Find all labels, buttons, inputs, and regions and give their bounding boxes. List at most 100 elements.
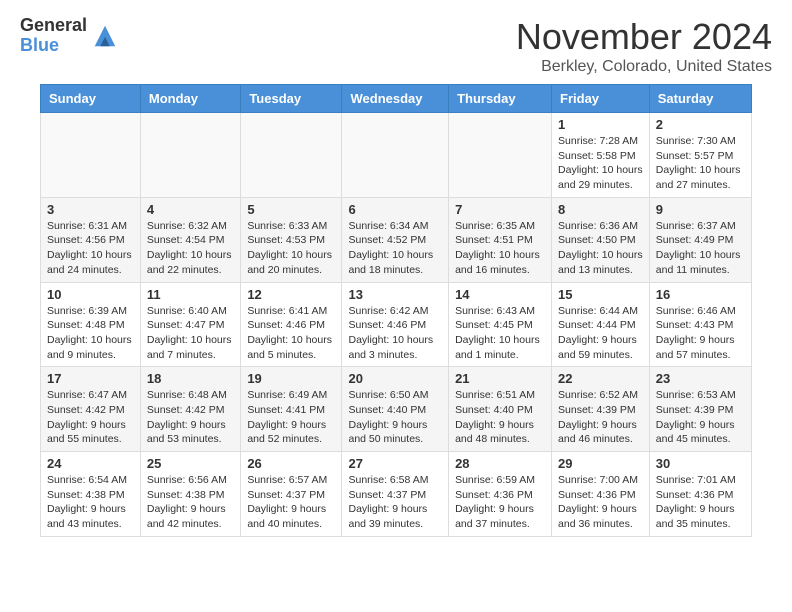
calendar-cell <box>342 113 449 198</box>
calendar-cell <box>140 113 240 198</box>
calendar-cell: 12Sunrise: 6:41 AM Sunset: 4:46 PM Dayli… <box>241 282 342 367</box>
calendar-row-0: 1Sunrise: 7:28 AM Sunset: 5:58 PM Daylig… <box>41 113 752 198</box>
day-number: 28 <box>455 456 545 471</box>
day-info: Sunrise: 6:35 AM Sunset: 4:51 PM Dayligh… <box>455 219 545 278</box>
day-number: 18 <box>147 371 234 386</box>
day-info: Sunrise: 7:30 AM Sunset: 5:57 PM Dayligh… <box>656 134 745 193</box>
day-number: 24 <box>47 456 134 471</box>
day-info: Sunrise: 6:47 AM Sunset: 4:42 PM Dayligh… <box>47 388 134 447</box>
calendar-cell: 29 Sunrise: 7:00 AM Sunset: 4:36 PM Dayli… <box>552 452 650 537</box>
calendar-cell: 9Sunrise: 6:37 AM Sunset: 4:49 PM Daylig… <box>649 197 751 282</box>
column-header-wednesday: Wednesday <box>342 85 449 113</box>
day-number: 21 <box>455 371 545 386</box>
calendar-cell: 22 Sunrise: 6:52 AM Sunset: 4:39 PM Dayli… <box>552 367 650 452</box>
day-number: 5 <box>247 202 335 217</box>
calendar-cell: 10 Sunrise: 6:39 AM Sunset: 4:48 PM Dayli… <box>41 282 141 367</box>
day-number: 30 <box>656 456 745 471</box>
day-number: 20 <box>348 371 442 386</box>
header: General Blue November 2024 Berkley, Colo… <box>0 0 792 84</box>
calendar-cell: 1Sunrise: 7:28 AM Sunset: 5:58 PM Daylig… <box>552 113 650 198</box>
day-info: Sunrise: 6:43 AM Sunset: 4:45 PM Dayligh… <box>455 304 545 363</box>
month-title: November 2024 <box>516 16 772 58</box>
day-info: Sunrise: 6:32 AM Sunset: 4:54 PM Dayligh… <box>147 219 234 278</box>
day-number: 7 <box>455 202 545 217</box>
calendar-cell: 17 Sunrise: 6:47 AM Sunset: 4:42 PM Dayli… <box>41 367 141 452</box>
day-number: 13 <box>348 287 442 302</box>
calendar-cell: 23 Sunrise: 6:53 AM Sunset: 4:39 PM Dayli… <box>649 367 751 452</box>
calendar-cell: 30 Sunrise: 7:01 AM Sunset: 4:36 PM Dayli… <box>649 452 751 537</box>
day-info: Sunrise: 7:00 AM Sunset: 4:36 PM Dayligh… <box>558 473 643 532</box>
calendar-cell: 14 Sunrise: 6:43 AM Sunset: 4:45 PM Dayli… <box>449 282 552 367</box>
location: Berkley, Colorado, United States <box>516 58 772 76</box>
calendar-cell: 5Sunrise: 6:33 AM Sunset: 4:53 PM Daylig… <box>241 197 342 282</box>
day-number: 29 <box>558 456 643 471</box>
calendar-row-3: 17 Sunrise: 6:47 AM Sunset: 4:42 PM Dayli… <box>41 367 752 452</box>
day-number: 8 <box>558 202 643 217</box>
day-number: 17 <box>47 371 134 386</box>
day-number: 26 <box>247 456 335 471</box>
calendar-cell: 6Sunrise: 6:34 AM Sunset: 4:52 PM Daylig… <box>342 197 449 282</box>
calendar-row-1: 3 Sunrise: 6:31 AM Sunset: 4:56 PM Daylig… <box>41 197 752 282</box>
day-number: 11 <box>147 287 234 302</box>
calendar-cell: 2 Sunrise: 7:30 AM Sunset: 5:57 PM Daylig… <box>649 113 751 198</box>
calendar-cell: 27Sunrise: 6:58 AM Sunset: 4:37 PM Dayli… <box>342 452 449 537</box>
day-info: Sunrise: 6:40 AM Sunset: 4:47 PM Dayligh… <box>147 304 234 363</box>
calendar-cell: 21 Sunrise: 6:51 AM Sunset: 4:40 PM Dayli… <box>449 367 552 452</box>
day-number: 2 <box>656 117 745 132</box>
logo-general-text: General <box>20 16 87 36</box>
calendar-cell: 25Sunrise: 6:56 AM Sunset: 4:38 PM Dayli… <box>140 452 240 537</box>
day-number: 27 <box>348 456 442 471</box>
day-info: Sunrise: 6:42 AM Sunset: 4:46 PM Dayligh… <box>348 304 442 363</box>
day-number: 25 <box>147 456 234 471</box>
day-info: Sunrise: 6:50 AM Sunset: 4:40 PM Dayligh… <box>348 388 442 447</box>
day-number: 15 <box>558 287 643 302</box>
calendar-cell: 13 Sunrise: 6:42 AM Sunset: 4:46 PM Dayli… <box>342 282 449 367</box>
calendar-cell: 26 Sunrise: 6:57 AM Sunset: 4:37 PM Dayli… <box>241 452 342 537</box>
calendar-cell: 11 Sunrise: 6:40 AM Sunset: 4:47 PM Dayli… <box>140 282 240 367</box>
logo: General Blue <box>20 16 119 56</box>
day-info: Sunrise: 6:53 AM Sunset: 4:39 PM Dayligh… <box>656 388 745 447</box>
day-info: Sunrise: 6:36 AM Sunset: 4:50 PM Dayligh… <box>558 219 643 278</box>
calendar-cell: 4Sunrise: 6:32 AM Sunset: 4:54 PM Daylig… <box>140 197 240 282</box>
day-number: 23 <box>656 371 745 386</box>
day-info: Sunrise: 6:57 AM Sunset: 4:37 PM Dayligh… <box>247 473 335 532</box>
calendar-cell <box>241 113 342 198</box>
day-info: Sunrise: 6:51 AM Sunset: 4:40 PM Dayligh… <box>455 388 545 447</box>
day-number: 9 <box>656 202 745 217</box>
day-number: 3 <box>47 202 134 217</box>
day-info: Sunrise: 7:01 AM Sunset: 4:36 PM Dayligh… <box>656 473 745 532</box>
day-info: Sunrise: 6:31 AM Sunset: 4:56 PM Dayligh… <box>47 219 134 278</box>
calendar-row-4: 24 Sunrise: 6:54 AM Sunset: 4:38 PM Dayli… <box>41 452 752 537</box>
logo-blue-text: Blue <box>20 36 87 56</box>
day-number: 10 <box>47 287 134 302</box>
title-block: November 2024 Berkley, Colorado, United … <box>516 16 772 76</box>
column-header-thursday: Thursday <box>449 85 552 113</box>
day-info: Sunrise: 6:48 AM Sunset: 4:42 PM Dayligh… <box>147 388 234 447</box>
day-number: 12 <box>247 287 335 302</box>
day-info: Sunrise: 6:46 AM Sunset: 4:43 PM Dayligh… <box>656 304 745 363</box>
calendar-cell: 7 Sunrise: 6:35 AM Sunset: 4:51 PM Daylig… <box>449 197 552 282</box>
column-header-monday: Monday <box>140 85 240 113</box>
calendar-cell <box>41 113 141 198</box>
day-info: Sunrise: 6:59 AM Sunset: 4:36 PM Dayligh… <box>455 473 545 532</box>
column-header-saturday: Saturday <box>649 85 751 113</box>
column-header-tuesday: Tuesday <box>241 85 342 113</box>
day-number: 19 <box>247 371 335 386</box>
calendar-cell <box>449 113 552 198</box>
calendar-row-2: 10 Sunrise: 6:39 AM Sunset: 4:48 PM Dayli… <box>41 282 752 367</box>
day-number: 22 <box>558 371 643 386</box>
day-info: Sunrise: 6:39 AM Sunset: 4:48 PM Dayligh… <box>47 304 134 363</box>
day-info: Sunrise: 6:54 AM Sunset: 4:38 PM Dayligh… <box>47 473 134 532</box>
calendar-table: SundayMondayTuesdayWednesdayThursdayFrid… <box>40 84 752 537</box>
calendar-wrapper: SundayMondayTuesdayWednesdayThursdayFrid… <box>0 84 792 553</box>
calendar-header-row: SundayMondayTuesdayWednesdayThursdayFrid… <box>41 85 752 113</box>
calendar-cell: 15Sunrise: 6:44 AM Sunset: 4:44 PM Dayli… <box>552 282 650 367</box>
day-number: 14 <box>455 287 545 302</box>
logo-icon <box>91 22 119 50</box>
day-info: Sunrise: 6:52 AM Sunset: 4:39 PM Dayligh… <box>558 388 643 447</box>
column-header-sunday: Sunday <box>41 85 141 113</box>
calendar-cell: 3 Sunrise: 6:31 AM Sunset: 4:56 PM Daylig… <box>41 197 141 282</box>
day-info: Sunrise: 7:28 AM Sunset: 5:58 PM Dayligh… <box>558 134 643 193</box>
calendar-cell: 18 Sunrise: 6:48 AM Sunset: 4:42 PM Dayli… <box>140 367 240 452</box>
column-header-friday: Friday <box>552 85 650 113</box>
